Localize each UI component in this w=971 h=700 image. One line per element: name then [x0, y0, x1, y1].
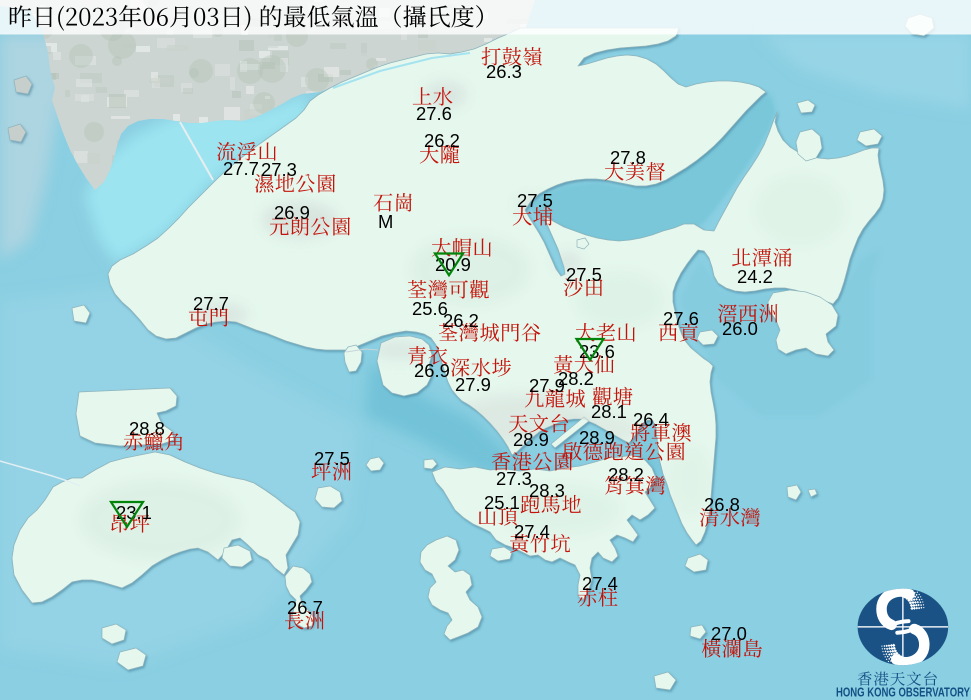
svg-text:26.4: 26.4 — [633, 409, 669, 430]
svg-text:28.9: 28.9 — [513, 429, 549, 450]
svg-text:28.1: 28.1 — [591, 401, 627, 422]
svg-text:26.3: 26.3 — [486, 61, 522, 82]
svg-text:27.0: 27.0 — [711, 623, 747, 644]
svg-text:26.8: 26.8 — [704, 494, 740, 515]
svg-text:27.7: 27.7 — [223, 158, 259, 179]
svg-text:27.3: 27.3 — [261, 159, 297, 180]
svg-text:27.6: 27.6 — [416, 103, 452, 124]
svg-text:26.9: 26.9 — [414, 360, 450, 381]
svg-text:25.1: 25.1 — [484, 492, 520, 513]
svg-text:26.2: 26.2 — [443, 310, 479, 331]
svg-text:28.8: 28.8 — [129, 418, 165, 439]
svg-text:27.6: 27.6 — [663, 308, 699, 329]
svg-text:27.9: 27.9 — [455, 374, 491, 395]
svg-text:M: M — [378, 211, 393, 232]
svg-text:HONG KONG OBSERVATORY: HONG KONG OBSERVATORY — [836, 685, 970, 700]
svg-text:28.2: 28.2 — [608, 464, 644, 485]
svg-text:27.5: 27.5 — [517, 190, 553, 211]
svg-text:27.8: 27.8 — [610, 147, 646, 168]
svg-text:24.2: 24.2 — [737, 266, 773, 287]
svg-text:27.3: 27.3 — [496, 468, 532, 489]
svg-text:28.9: 28.9 — [579, 427, 615, 448]
svg-text:27.4: 27.4 — [582, 573, 618, 594]
svg-text:20.9: 20.9 — [435, 254, 471, 275]
svg-text:27.7: 27.7 — [193, 293, 229, 314]
svg-text:27.4: 27.4 — [514, 521, 550, 542]
svg-text:26.2: 26.2 — [424, 130, 460, 151]
svg-text:27.9: 27.9 — [529, 375, 565, 396]
svg-text:26.0: 26.0 — [722, 318, 758, 339]
svg-text:28.3: 28.3 — [529, 480, 565, 501]
svg-text:26.7: 26.7 — [287, 597, 323, 618]
svg-text:27.5: 27.5 — [566, 264, 602, 285]
svg-text:27.5: 27.5 — [314, 448, 350, 469]
svg-text:26.9: 26.9 — [274, 202, 310, 223]
